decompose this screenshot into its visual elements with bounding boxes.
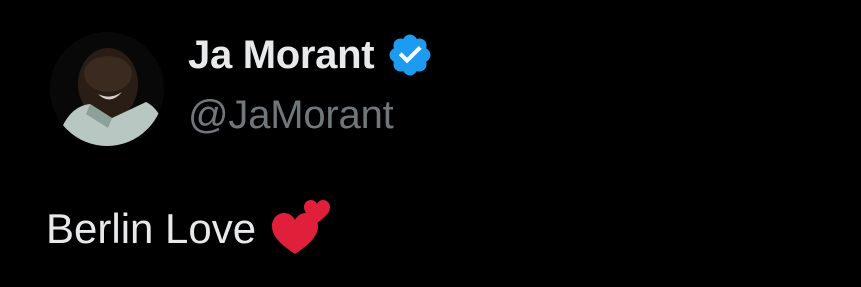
verified-badge-icon[interactable]	[386, 31, 434, 79]
tweet-text: Berlin Love	[46, 205, 257, 252]
avatar-photo	[50, 32, 164, 146]
user-info: Ja Morant @JaMorant	[188, 30, 434, 140]
display-name[interactable]: Ja Morant	[188, 30, 375, 80]
profile-avatar[interactable]	[50, 32, 164, 146]
user-handle[interactable]: @JaMorant	[188, 90, 434, 140]
tweet-body: Berlin Love	[46, 196, 336, 262]
two-hearts-icon	[270, 196, 336, 262]
name-row: Ja Morant	[188, 30, 434, 80]
tweet-card: Ja Morant @JaMorant Berlin Love	[0, 0, 861, 287]
